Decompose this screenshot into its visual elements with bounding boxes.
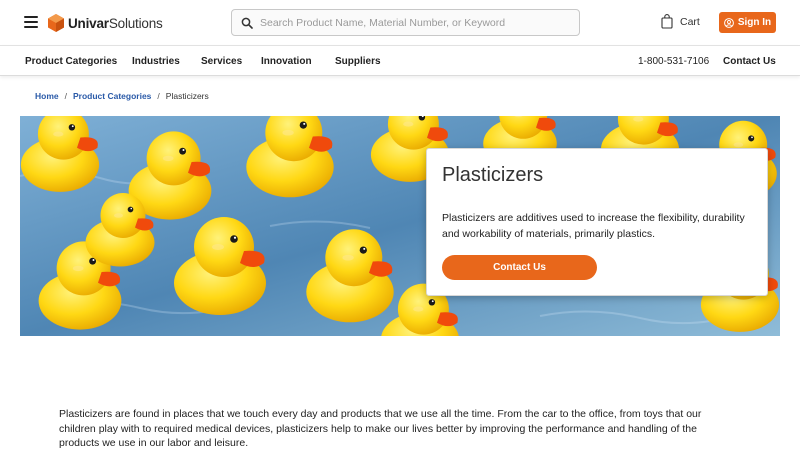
shopping-bag-icon: [661, 14, 673, 29]
univar-logo-icon: [48, 14, 64, 32]
sign-in-label: Sign In: [737, 17, 772, 28]
main-nav: Product Categories Industries Services I…: [0, 45, 800, 76]
hamburger-menu-icon[interactable]: [24, 16, 38, 28]
breadcrumb-category-link[interactable]: Product Categories: [73, 91, 151, 101]
hero-description: Plasticizers are additives used to incre…: [442, 212, 745, 240]
search-input[interactable]: [260, 16, 560, 29]
nav-item-industries[interactable]: Industries: [132, 56, 180, 67]
breadcrumb-home-link[interactable]: Home: [35, 91, 59, 101]
nav-item-innovation[interactable]: Innovation: [261, 56, 312, 67]
univar-logo[interactable]: UnivarSolutions: [48, 13, 163, 33]
breadcrumb-current: Plasticizers: [165, 91, 209, 101]
user-icon: [723, 17, 734, 28]
phone-number-link[interactable]: 1-800-531-7106: [638, 56, 709, 67]
intro-paragraph: Plasticizers are found in places that we…: [59, 408, 702, 449]
cart-label: Cart: [680, 15, 700, 28]
nav-contact-us-link[interactable]: Contact Us: [723, 56, 776, 67]
page-title: Plasticizers: [442, 164, 544, 186]
hero-info-card: Plasticizers Plasticizers are additives …: [426, 148, 768, 296]
cart-button[interactable]: Cart: [661, 14, 700, 29]
search-icon: [241, 17, 253, 29]
breadcrumb-separator: /: [157, 91, 160, 101]
nav-item-product-categories[interactable]: Product Categories: [25, 56, 117, 67]
logo-text-bold: Univar: [68, 15, 109, 31]
contact-us-button[interactable]: Contact Us: [442, 255, 597, 280]
breadcrumb-separator: /: [64, 91, 67, 101]
nav-item-services[interactable]: Services: [201, 56, 242, 67]
sign-in-button[interactable]: Sign In: [719, 12, 776, 33]
logo-text-light: Solutions: [108, 15, 163, 31]
breadcrumb: Home / Product Categories / Plasticizers: [35, 91, 209, 101]
search-bar[interactable]: [231, 9, 580, 36]
nav-item-suppliers[interactable]: Suppliers: [335, 56, 381, 67]
site-header: UnivarSolutions Cart Sign In: [0, 0, 800, 45]
